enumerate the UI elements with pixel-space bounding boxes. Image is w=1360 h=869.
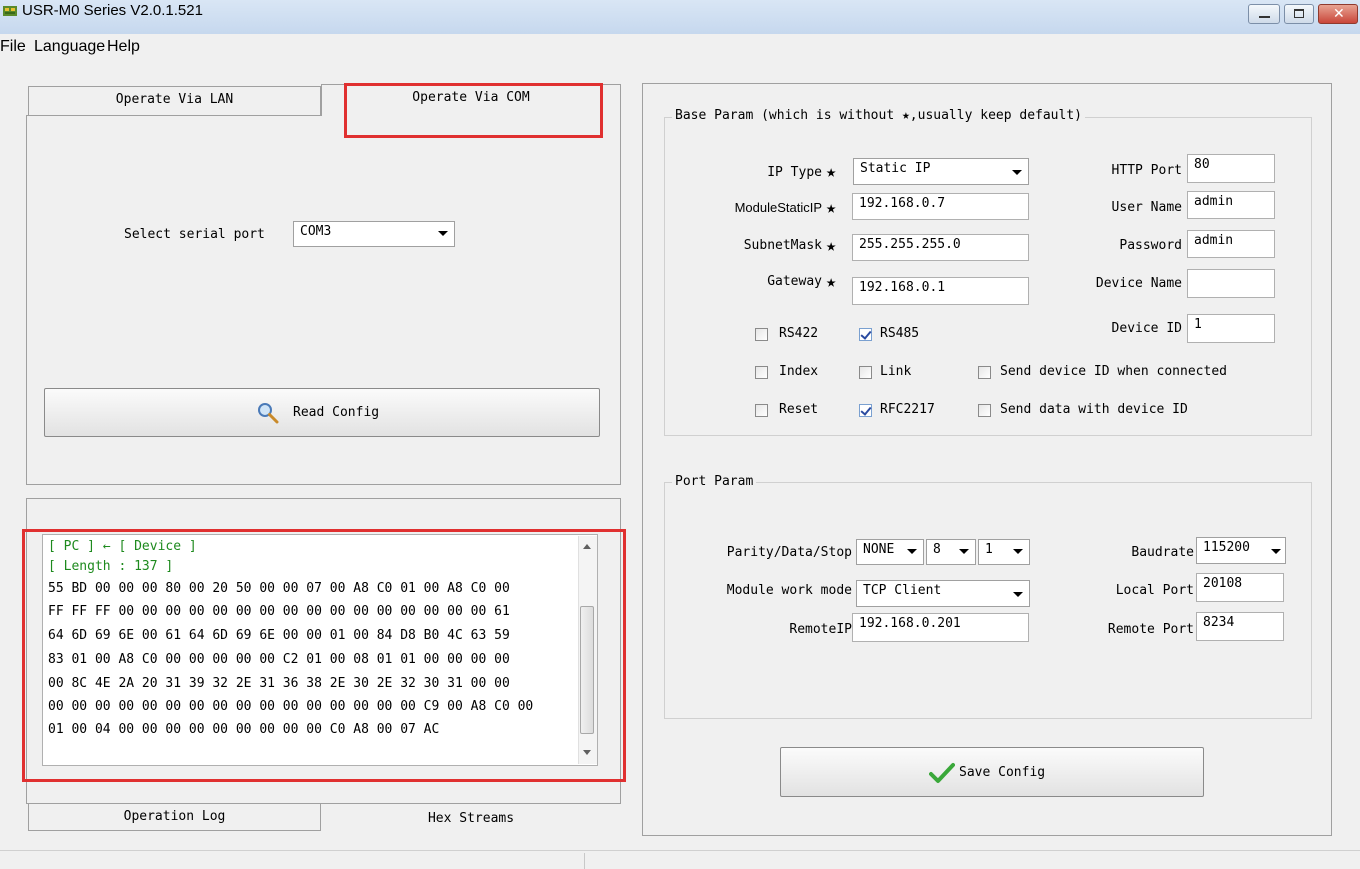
parity-select[interactable]: NONE bbox=[856, 539, 924, 565]
ip-type-select[interactable]: Static IP bbox=[853, 158, 1029, 185]
parity-value: NONE bbox=[863, 542, 895, 557]
serial-port-value: COM3 bbox=[300, 224, 332, 239]
work-mode-value: TCP Client bbox=[863, 583, 942, 598]
chevron-down-icon bbox=[1013, 549, 1023, 554]
menu-file[interactable]: File bbox=[0, 38, 26, 56]
status-divider bbox=[584, 853, 585, 869]
minimize-button[interactable] bbox=[1248, 4, 1280, 24]
rfc2217-checkbox[interactable] bbox=[859, 404, 872, 417]
rs422-label: RS422 bbox=[779, 326, 819, 341]
remote-port-label: Remote Port bbox=[1107, 622, 1194, 637]
checkmark-icon bbox=[929, 763, 955, 783]
user-name-input[interactable]: admin bbox=[1187, 191, 1275, 219]
minimize-icon bbox=[1259, 16, 1270, 18]
reset-checkbox[interactable] bbox=[755, 404, 768, 417]
subnet-mask-label: SubnetMask bbox=[743, 238, 822, 253]
reset-label: Reset bbox=[779, 402, 819, 417]
search-icon bbox=[258, 403, 279, 424]
menu-bar bbox=[0, 34, 1360, 62]
tab-operate-via-lan[interactable]: Operate Via LAN bbox=[28, 86, 321, 116]
serial-port-select[interactable]: COM3 bbox=[293, 221, 455, 247]
stop-bits-value: 1 bbox=[985, 542, 993, 557]
rs485-label: RS485 bbox=[880, 326, 920, 341]
work-mode-label: Module work mode bbox=[726, 583, 852, 598]
http-port-input[interactable]: 80 bbox=[1187, 154, 1275, 183]
password-input[interactable]: admin bbox=[1187, 230, 1275, 258]
link-checkbox[interactable] bbox=[859, 366, 872, 379]
send-id-connected-label: Send device ID when connected bbox=[1000, 364, 1227, 379]
chevron-down-icon bbox=[1012, 170, 1022, 175]
work-mode-select[interactable]: TCP Client bbox=[856, 580, 1030, 607]
link-label: Link bbox=[880, 364, 912, 379]
highlight-box bbox=[22, 529, 626, 782]
save-config-label: Save Config bbox=[959, 765, 1046, 780]
chevron-down-icon bbox=[959, 549, 969, 554]
device-name-input[interactable] bbox=[1187, 269, 1275, 298]
device-name-label: Device Name bbox=[1095, 276, 1182, 291]
read-config-label: Read Config bbox=[293, 405, 380, 420]
module-static-ip-input[interactable]: 192.168.0.7 bbox=[852, 193, 1029, 220]
rs485-checkbox[interactable] bbox=[859, 328, 872, 341]
local-port-input[interactable]: 20108 bbox=[1196, 573, 1284, 602]
rfc2217-label: RFC2217 bbox=[880, 402, 935, 417]
index-checkbox[interactable] bbox=[755, 366, 768, 379]
baudrate-select[interactable]: 115200 bbox=[1196, 537, 1286, 564]
password-label: Password bbox=[1119, 238, 1182, 253]
tab-hex-streams[interactable]: Hex Streams bbox=[321, 805, 621, 835]
app-icon bbox=[3, 6, 17, 16]
rs422-checkbox[interactable] bbox=[755, 328, 768, 341]
data-bits-select[interactable]: 8 bbox=[926, 539, 976, 565]
menu-language[interactable]: Language bbox=[34, 38, 105, 56]
baudrate-label: Baudrate bbox=[1131, 545, 1194, 560]
save-config-button[interactable]: Save Config bbox=[780, 747, 1204, 797]
data-bits-value: 8 bbox=[933, 542, 941, 557]
chevron-down-icon bbox=[1013, 592, 1023, 597]
ip-type-label: IP Type bbox=[767, 165, 822, 180]
remote-port-input[interactable]: 8234 bbox=[1196, 612, 1284, 641]
subnet-mask-input[interactable]: 255.255.255.0 bbox=[852, 234, 1029, 261]
gateway-label: Gateway bbox=[767, 274, 822, 289]
ip-type-value: Static IP bbox=[860, 161, 931, 176]
required-star-icon: ★ bbox=[826, 272, 837, 292]
device-id-label: Device ID bbox=[1111, 321, 1182, 336]
chevron-down-icon bbox=[1271, 549, 1281, 554]
chevron-down-icon bbox=[907, 549, 917, 554]
remote-ip-input[interactable]: 192.168.0.201 bbox=[852, 613, 1029, 642]
device-id-input[interactable]: 1 bbox=[1187, 314, 1275, 343]
chevron-down-icon bbox=[438, 231, 448, 236]
required-star-icon: ★ bbox=[826, 162, 837, 182]
user-name-label: User Name bbox=[1111, 200, 1182, 215]
send-id-connected-checkbox[interactable] bbox=[978, 366, 991, 379]
close-button[interactable]: ✕ bbox=[1318, 4, 1358, 24]
maximize-icon bbox=[1294, 9, 1304, 18]
stop-bits-select[interactable]: 1 bbox=[978, 539, 1030, 565]
status-bar bbox=[0, 850, 1360, 869]
window-title: USR-M0 Series V2.0.1.521 bbox=[22, 2, 203, 19]
title-bar bbox=[0, 0, 1360, 34]
tab-operation-log[interactable]: Operation Log bbox=[28, 803, 321, 831]
index-label: Index bbox=[779, 364, 819, 379]
http-port-label: HTTP Port bbox=[1111, 163, 1182, 178]
local-port-label: Local Port bbox=[1115, 583, 1194, 598]
baudrate-value: 115200 bbox=[1203, 540, 1250, 555]
required-star-icon: ★ bbox=[826, 198, 837, 218]
maximize-button[interactable] bbox=[1284, 4, 1314, 24]
send-data-with-id-checkbox[interactable] bbox=[978, 404, 991, 417]
gateway-input[interactable]: 192.168.0.1 bbox=[852, 277, 1029, 305]
port-param-title: Port Param bbox=[672, 474, 757, 489]
send-data-with-id-label: Send data with device ID bbox=[1000, 402, 1188, 417]
close-icon: ✕ bbox=[1333, 5, 1345, 21]
parity-data-stop-label: Parity/Data/Stop bbox=[726, 545, 852, 560]
read-config-button[interactable]: Read Config bbox=[44, 388, 600, 437]
serial-port-label: Select serial port bbox=[124, 227, 265, 242]
module-static-ip-label: ModuleStaticIP bbox=[734, 200, 822, 215]
required-star-icon: ★ bbox=[826, 236, 837, 256]
base-param-title: Base Param (which is without ★,usually k… bbox=[672, 108, 1085, 123]
remote-ip-label: RemoteIP bbox=[789, 622, 852, 637]
highlight-box bbox=[344, 83, 603, 138]
menu-help[interactable]: Help bbox=[107, 38, 140, 56]
